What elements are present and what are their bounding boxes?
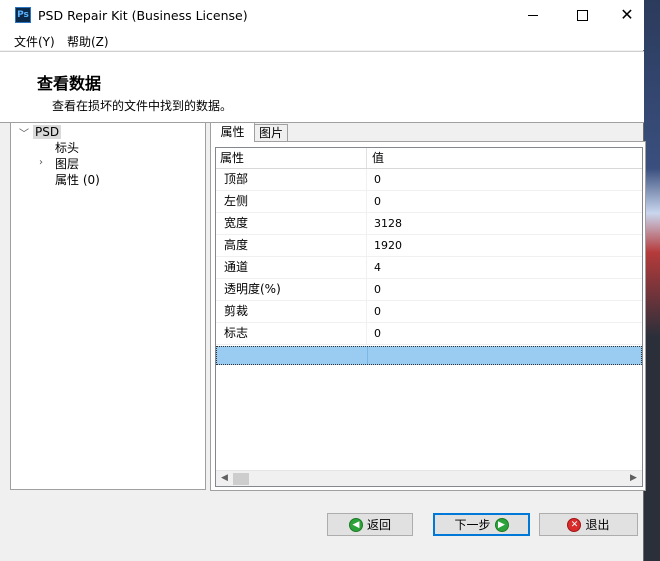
table-row[interactable]: 高度 1920 bbox=[216, 235, 642, 257]
arrow-left-circle-icon: ◀ bbox=[348, 517, 363, 532]
properties-panel: 属性 值 顶部 0 左侧 0 宽度 3128 高度 1920 通道 4 透明度(… bbox=[210, 141, 646, 491]
next-button[interactable]: 下一步 ▶ bbox=[433, 513, 530, 536]
tab-properties[interactable]: 属性 bbox=[210, 122, 255, 142]
property-name: 宽度 bbox=[224, 216, 249, 230]
window-title: PSD Repair Kit (Business License) bbox=[38, 8, 248, 23]
expand-chevron-icon[interactable]: › bbox=[39, 157, 43, 168]
column-header-value[interactable]: 值 bbox=[372, 148, 384, 168]
column-divider[interactable] bbox=[366, 148, 367, 168]
photoshop-app-icon: Ps bbox=[15, 7, 31, 23]
title-bar[interactable]: Ps PSD Repair Kit (Business License) ✕ bbox=[0, 0, 644, 30]
tree-node-label: 图层 bbox=[55, 157, 80, 171]
close-icon: ✕ bbox=[620, 5, 634, 24]
property-name: 顶部 bbox=[224, 172, 249, 186]
collapse-chevron-icon[interactable]: ﹀ bbox=[19, 125, 29, 140]
property-name: 高度 bbox=[224, 238, 249, 252]
back-button-label: 返回 bbox=[366, 518, 391, 532]
table-row[interactable]: 顶部 0 bbox=[216, 169, 642, 191]
tree-node-properties[interactable]: 属性 (0) bbox=[55, 172, 100, 188]
tab-image[interactable]: 图片 bbox=[254, 124, 288, 142]
table-row-selected-empty[interactable] bbox=[216, 346, 642, 365]
next-button-label: 下一步 bbox=[454, 518, 491, 532]
quit-button[interactable]: ✕ 退出 bbox=[539, 513, 638, 536]
page-title: 查看数据 bbox=[37, 74, 102, 93]
property-value: 0 bbox=[374, 283, 381, 296]
horizontal-scrollbar[interactable]: ◀ ▶ bbox=[216, 470, 642, 486]
close-button[interactable]: ✕ bbox=[604, 0, 650, 30]
table-row[interactable]: 透明度(%) 0 bbox=[216, 279, 642, 301]
property-value: 4 bbox=[374, 261, 381, 274]
tree-node-label: 标头 bbox=[55, 141, 80, 155]
maximize-button[interactable] bbox=[559, 0, 605, 30]
property-value: 1920 bbox=[374, 239, 402, 252]
tree-node-layers[interactable]: 图层 bbox=[55, 156, 79, 172]
tree-node-psd[interactable]: PSD bbox=[33, 124, 62, 140]
property-value: 0 bbox=[374, 173, 381, 186]
minimize-icon bbox=[528, 14, 538, 16]
grid-body: 顶部 0 左侧 0 宽度 3128 高度 1920 通道 4 透明度(%) 0 … bbox=[216, 169, 642, 365]
table-row[interactable]: 剪裁 0 bbox=[216, 301, 642, 323]
scroll-right-icon[interactable]: ▶ bbox=[630, 473, 637, 483]
property-name: 剪裁 bbox=[224, 304, 249, 318]
table-row[interactable]: 标志 0 bbox=[216, 323, 642, 345]
scroll-left-icon[interactable]: ◀ bbox=[221, 473, 228, 483]
minimize-button[interactable] bbox=[510, 0, 556, 30]
properties-grid[interactable]: 属性 值 顶部 0 左侧 0 宽度 3128 高度 1920 通道 4 透明度(… bbox=[215, 147, 643, 487]
table-row[interactable]: 左侧 0 bbox=[216, 191, 642, 213]
scrollbar-thumb[interactable] bbox=[233, 473, 249, 485]
tree-node-label: 属性 (0) bbox=[55, 173, 100, 187]
app-window: Ps PSD Repair Kit (Business License) ✕ 文… bbox=[0, 0, 646, 561]
property-value: 0 bbox=[374, 195, 381, 208]
property-name: 标志 bbox=[224, 326, 249, 340]
maximize-icon bbox=[576, 9, 588, 21]
column-header-property[interactable]: 属性 bbox=[220, 148, 244, 168]
property-value: 0 bbox=[374, 305, 381, 318]
menu-help[interactable]: 帮助(Z) bbox=[67, 33, 109, 50]
quit-button-label: 退出 bbox=[585, 518, 610, 532]
menu-file[interactable]: 文件(Y) bbox=[14, 33, 55, 50]
structure-tree[interactable]: ﹀ PSD 标头 › 图层 属性 (0) bbox=[10, 122, 206, 490]
arrow-right-circle-icon: ▶ bbox=[494, 517, 509, 532]
table-row[interactable]: 宽度 3128 bbox=[216, 213, 642, 235]
back-button[interactable]: ◀ 返回 bbox=[327, 513, 413, 536]
property-name: 透明度(%) bbox=[224, 282, 281, 296]
property-value: 0 bbox=[374, 327, 381, 340]
tree-node-label: PSD bbox=[33, 125, 62, 139]
desktop-background bbox=[644, 0, 660, 561]
property-value: 3128 bbox=[374, 217, 402, 230]
page-subtitle: 查看在损坏的文件中找到的数据。 bbox=[52, 99, 233, 113]
menu-bar: 文件(Y) 帮助(Z) bbox=[0, 30, 644, 50]
tree-node-header[interactable]: 标头 bbox=[55, 140, 79, 156]
table-row[interactable]: 通道 4 bbox=[216, 257, 642, 279]
property-name: 左侧 bbox=[224, 194, 249, 208]
wizard-header: 查看数据 查看在损坏的文件中找到的数据。 bbox=[0, 51, 644, 123]
grid-header: 属性 值 bbox=[216, 148, 642, 169]
x-circle-icon: ✕ bbox=[567, 517, 582, 532]
property-name: 通道 bbox=[224, 260, 249, 274]
